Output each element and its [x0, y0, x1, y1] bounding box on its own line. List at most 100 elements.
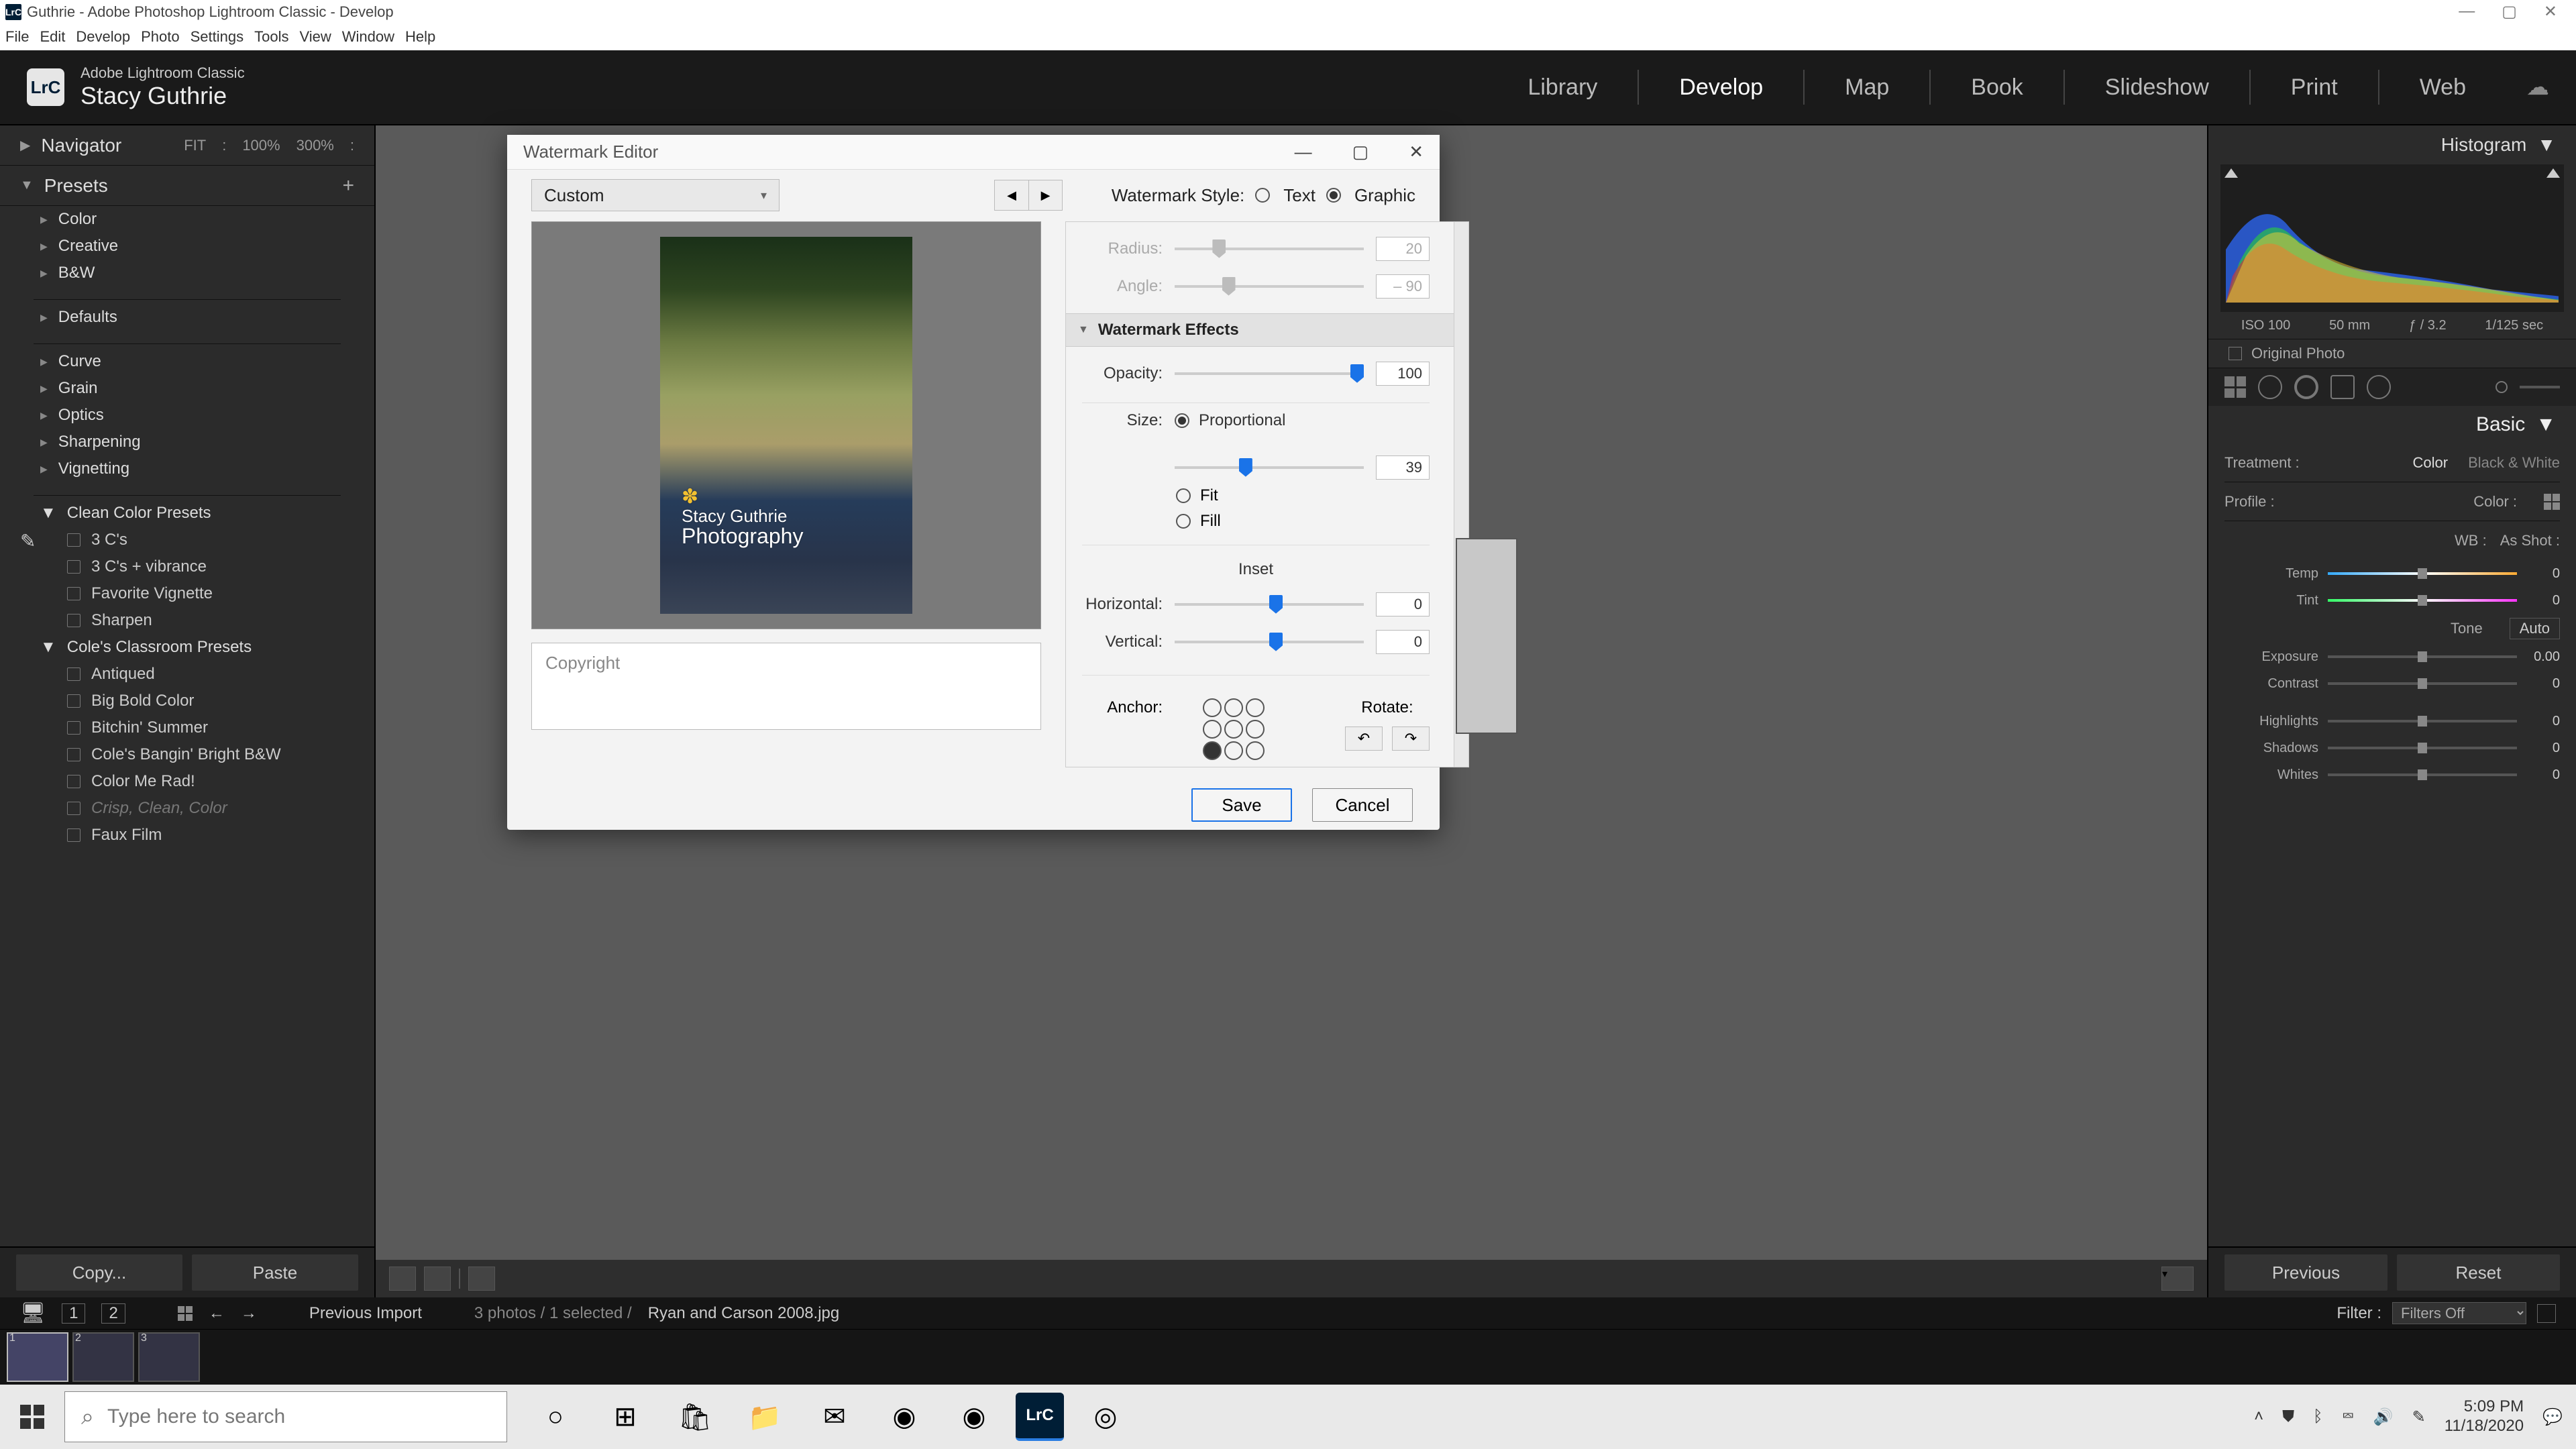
- vertical-slider[interactable]: [1175, 641, 1364, 643]
- menu-view[interactable]: View: [299, 28, 331, 46]
- grid-icon[interactable]: [178, 1306, 193, 1321]
- compare-view-button[interactable]: [424, 1267, 451, 1291]
- eyedropper-icon[interactable]: ✎: [20, 530, 36, 552]
- lightroom-taskbar-icon[interactable]: LrC: [1016, 1393, 1064, 1441]
- preset-item[interactable]: Favorite Vignette: [0, 580, 374, 607]
- nav-prev-icon[interactable]: ←: [209, 1304, 225, 1323]
- highlight-clip-icon[interactable]: [2546, 168, 2560, 178]
- horizontal-slider[interactable]: [1175, 603, 1364, 606]
- zoom-300[interactable]: 300%: [297, 137, 334, 154]
- style-graphic-radio[interactable]: [1326, 188, 1341, 203]
- size-fill-radio[interactable]: [1176, 514, 1191, 529]
- highlights-slider[interactable]: [2328, 720, 2517, 722]
- menu-settings[interactable]: Settings: [191, 28, 244, 46]
- filmstrip-thumb[interactable]: 2: [72, 1332, 134, 1382]
- contrast-slider[interactable]: [2328, 682, 2517, 685]
- radial-filter-tool[interactable]: [2367, 375, 2391, 399]
- settings-scrollbar[interactable]: [1454, 222, 1468, 767]
- size-value[interactable]: 39: [1376, 455, 1430, 480]
- dialog-close[interactable]: ✕: [1409, 142, 1424, 162]
- nav-next-icon[interactable]: →: [241, 1304, 257, 1323]
- temp-value[interactable]: 0: [2526, 566, 2560, 582]
- explorer-icon[interactable]: 📁: [737, 1389, 793, 1445]
- whites-slider[interactable]: [2328, 773, 2517, 776]
- tray-volume-icon[interactable]: 🔊: [2373, 1407, 2394, 1427]
- tray-bluetooth-icon[interactable]: ᛒ: [2313, 1407, 2322, 1426]
- preset-folder[interactable]: ▶Sharpening: [0, 429, 374, 455]
- menu-file[interactable]: File: [5, 28, 29, 46]
- spot-tool[interactable]: [2258, 375, 2282, 399]
- preset-item[interactable]: Cole's Bangin' Bright B&W: [0, 741, 374, 768]
- menu-photo[interactable]: Photo: [141, 28, 180, 46]
- preset-item[interactable]: Sharpen: [0, 607, 374, 634]
- exposure-value[interactable]: 0.00: [2526, 649, 2560, 665]
- redeye-tool[interactable]: [2294, 375, 2318, 399]
- display-1-button[interactable]: 1: [62, 1303, 85, 1324]
- previous-button[interactable]: Previous: [2224, 1254, 2387, 1291]
- loupe-view-button[interactable]: [389, 1267, 416, 1291]
- menu-develop[interactable]: Develop: [76, 28, 130, 46]
- menu-window[interactable]: Window: [342, 28, 394, 46]
- module-web[interactable]: Web: [2406, 74, 2479, 101]
- preset-folder[interactable]: ▶Defaults: [0, 304, 374, 331]
- soft-proof-button[interactable]: ▾: [2161, 1267, 2194, 1291]
- horizontal-value[interactable]: 0: [1376, 592, 1430, 616]
- zoom-fit[interactable]: FIT: [184, 137, 206, 154]
- task-view-icon[interactable]: ⊞: [597, 1389, 653, 1445]
- opacity-value[interactable]: 100: [1376, 362, 1430, 386]
- preset-item[interactable]: Antiqued: [0, 661, 374, 688]
- dialog-minimize[interactable]: —: [1295, 142, 1312, 162]
- vertical-value[interactable]: 0: [1376, 630, 1430, 654]
- preset-folder[interactable]: ▶B&W: [0, 260, 374, 286]
- window-maximize[interactable]: ▢: [2502, 2, 2517, 21]
- copy-button[interactable]: Copy...: [16, 1254, 182, 1291]
- crop-tool[interactable]: [2224, 376, 2246, 398]
- tint-slider[interactable]: [2328, 599, 2517, 602]
- add-preset-button[interactable]: +: [342, 174, 354, 197]
- start-button[interactable]: [0, 1385, 64, 1449]
- preset-item[interactable]: Bitchin' Summer: [0, 714, 374, 741]
- filmstrip-thumb[interactable]: 1: [7, 1332, 68, 1382]
- dialog-maximize[interactable]: ▢: [1352, 142, 1369, 162]
- brush-tool[interactable]: [2496, 381, 2508, 393]
- filter-dropdown[interactable]: Filters Off: [2392, 1302, 2526, 1324]
- chrome-icon[interactable]: ◉: [876, 1389, 932, 1445]
- profile-browser-icon[interactable]: [2544, 494, 2560, 510]
- temp-slider[interactable]: [2328, 572, 2517, 575]
- reset-button[interactable]: Reset: [2397, 1254, 2560, 1291]
- mail-icon[interactable]: ✉: [806, 1389, 863, 1445]
- module-print[interactable]: Print: [2277, 74, 2351, 101]
- treatment-color[interactable]: Color: [2412, 454, 2448, 472]
- tray-pen-icon[interactable]: ✎: [2412, 1407, 2426, 1427]
- store-icon[interactable]: 🛍: [667, 1389, 723, 1445]
- module-library[interactable]: Library: [1514, 74, 1611, 101]
- module-book[interactable]: Book: [1957, 74, 2037, 101]
- basic-header[interactable]: Basic▼: [2208, 406, 2576, 443]
- preset-folder[interactable]: ▼Clean Color Presets: [0, 500, 374, 527]
- preview-prev-button[interactable]: ◀: [995, 180, 1028, 210]
- taskbar-search[interactable]: ⌕ Type here to search: [64, 1391, 507, 1442]
- preset-folder[interactable]: ▼Cole's Classroom Presets: [0, 634, 374, 661]
- preset-folder[interactable]: ▶Creative: [0, 233, 374, 260]
- preset-item[interactable]: Faux Film: [0, 822, 374, 849]
- filmstrip-thumb[interactable]: 3: [138, 1332, 200, 1382]
- rotate-right-button[interactable]: ↷: [1392, 727, 1430, 751]
- zoom-100[interactable]: 100%: [242, 137, 280, 154]
- rotate-left-button[interactable]: ↶: [1345, 727, 1383, 751]
- preset-item[interactable]: Big Bold Color: [0, 688, 374, 714]
- paste-button[interactable]: Paste: [192, 1254, 358, 1291]
- shadows-value[interactable]: 0: [2526, 741, 2560, 756]
- preset-item[interactable]: 3 C's + vibrance: [0, 553, 374, 580]
- cortana-icon[interactable]: ○: [527, 1389, 584, 1445]
- save-button[interactable]: Save: [1191, 788, 1292, 822]
- window-minimize[interactable]: —: [2459, 2, 2475, 21]
- preset-item[interactable]: Crisp, Clean, Color: [0, 795, 374, 822]
- anchor-bottom-left[interactable]: [1203, 741, 1222, 760]
- filter-lock-icon[interactable]: [2537, 1304, 2556, 1323]
- tray-security-icon[interactable]: ⛊: [2282, 1407, 2294, 1426]
- cloud-sync-icon[interactable]: ☁: [2526, 74, 2549, 101]
- watermark-effects-header[interactable]: ▼Watermark Effects: [1066, 313, 1454, 347]
- whites-value[interactable]: 0: [2526, 767, 2560, 783]
- menu-edit[interactable]: Edit: [40, 28, 65, 46]
- preset-folder[interactable]: ▶Grain: [0, 375, 374, 402]
